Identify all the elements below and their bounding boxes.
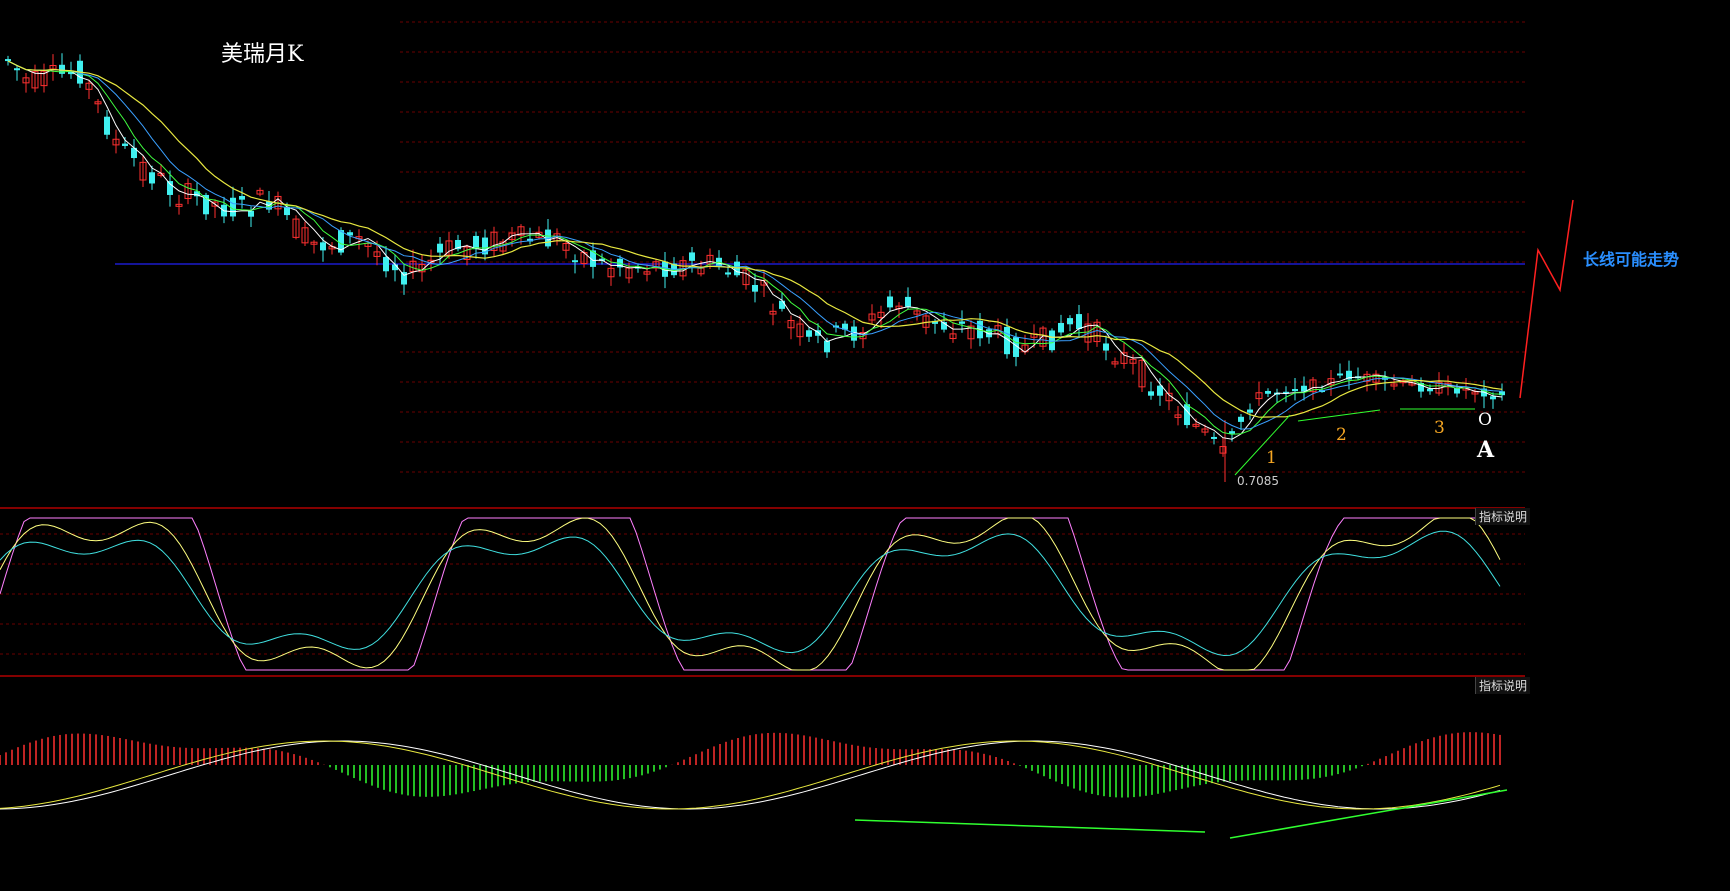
candle-body-down	[14, 68, 20, 71]
divergence-line-1	[854, 819, 1206, 833]
candle-body-down	[734, 261, 740, 276]
candle-body-down	[383, 257, 389, 272]
candle-body-down	[473, 235, 479, 250]
candle-body-down	[1076, 314, 1082, 330]
candle-body-down	[1148, 391, 1154, 396]
ma-line-blue	[7, 60, 1503, 430]
candle-body-down	[824, 340, 830, 353]
stock-chart	[0, 21, 1574, 839]
wave-label-2: 2	[1336, 425, 1347, 445]
wave-label-1: 1	[1266, 448, 1277, 468]
candle-body-down	[1049, 330, 1055, 351]
divergence-line-2	[1229, 789, 1508, 839]
indicator-info-button-kdj[interactable]: 指标说明	[1475, 508, 1531, 525]
point-letter-a: A	[1477, 437, 1495, 463]
candle-body-down	[437, 243, 443, 253]
candle-body-down	[1103, 343, 1109, 351]
ma-line-green	[7, 60, 1503, 435]
chart-stage	[0, 0, 1730, 887]
candle-body-down	[1238, 416, 1244, 422]
wave-label-3: 3	[1434, 418, 1445, 438]
candle-body-down	[1058, 322, 1064, 333]
candle-body-down	[1184, 404, 1190, 426]
candle-body-down	[248, 210, 254, 217]
candle-body-down	[1247, 409, 1253, 413]
candle-body-down	[149, 172, 155, 184]
candle-body-down	[1211, 436, 1217, 439]
candle-body-down	[320, 242, 326, 251]
candle-body-down	[572, 260, 578, 263]
candle-body-down	[1265, 390, 1271, 394]
candle-body-down	[689, 252, 695, 261]
candle-body-down	[122, 143, 128, 147]
support-line-1	[1234, 414, 1291, 476]
candle-body-down	[1067, 318, 1073, 325]
candle-body-down	[5, 59, 11, 62]
candle-body-down	[905, 296, 911, 307]
candle-body-down	[1337, 373, 1343, 376]
candle-body-down	[239, 196, 245, 200]
indicator-info-button-macd[interactable]: 指标说明	[1475, 677, 1531, 694]
candle-body-down	[1292, 389, 1298, 392]
candle-body-down	[806, 330, 812, 337]
forecast-path	[1519, 199, 1574, 399]
candle-body-down	[725, 272, 731, 275]
point-marker: O	[1478, 410, 1492, 430]
ma-line-yellow	[7, 60, 1503, 418]
candle-body-down	[959, 321, 965, 324]
candle-body-down	[887, 296, 893, 308]
candle-body-down	[401, 272, 407, 285]
chart-title: 美瑞月K	[221, 42, 304, 67]
kdj-line-d	[0, 530, 1501, 657]
candle-body-down	[104, 116, 110, 135]
candle-body-down	[779, 300, 785, 309]
candle-body-down	[1490, 396, 1496, 400]
forecast-label: 长线可能走势	[1583, 250, 1680, 269]
low-value-label: 0.7085	[1237, 474, 1279, 488]
candle-body-down	[752, 284, 758, 292]
